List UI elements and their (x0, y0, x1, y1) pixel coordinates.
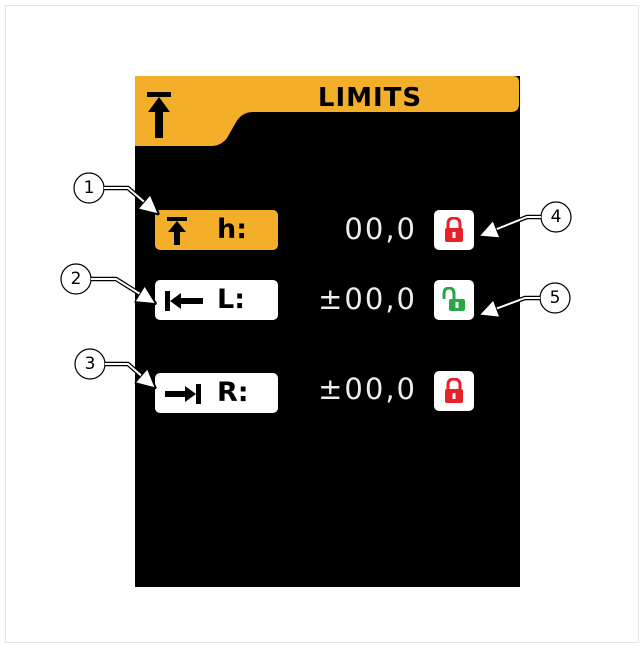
callout-number-2: 2 (70, 269, 82, 289)
callout-number-3: 3 (84, 354, 96, 374)
callout-number-1: 1 (83, 178, 95, 198)
callouts-layer (60, 172, 572, 648)
callout-number-4: 4 (550, 207, 562, 227)
callout-number-5: 5 (549, 288, 561, 308)
